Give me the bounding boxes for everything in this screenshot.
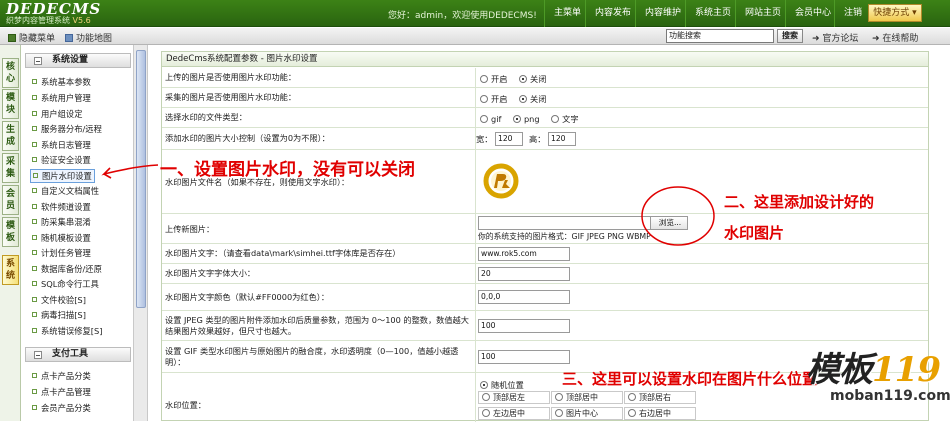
site-watermark-logo: 模板119 bbox=[806, 342, 941, 391]
annotation-circle bbox=[641, 186, 715, 246]
annotation-step-3: 三、这里可以设置水印在图片什么位置 bbox=[562, 370, 818, 388]
annotation-step-1: 一、设置图片水印，没有可以关闭 bbox=[160, 160, 415, 180]
annotation-step-2-line2: 水印图片 bbox=[724, 224, 785, 242]
watermark-brand: 模板 bbox=[806, 350, 873, 390]
annotation-step-2-line1: 二、这里添加设计好的 bbox=[724, 193, 875, 211]
watermark-number: 119 bbox=[872, 350, 941, 390]
site-watermark-url: moban119.com bbox=[830, 388, 950, 404]
annotation-arrow bbox=[101, 164, 159, 179]
